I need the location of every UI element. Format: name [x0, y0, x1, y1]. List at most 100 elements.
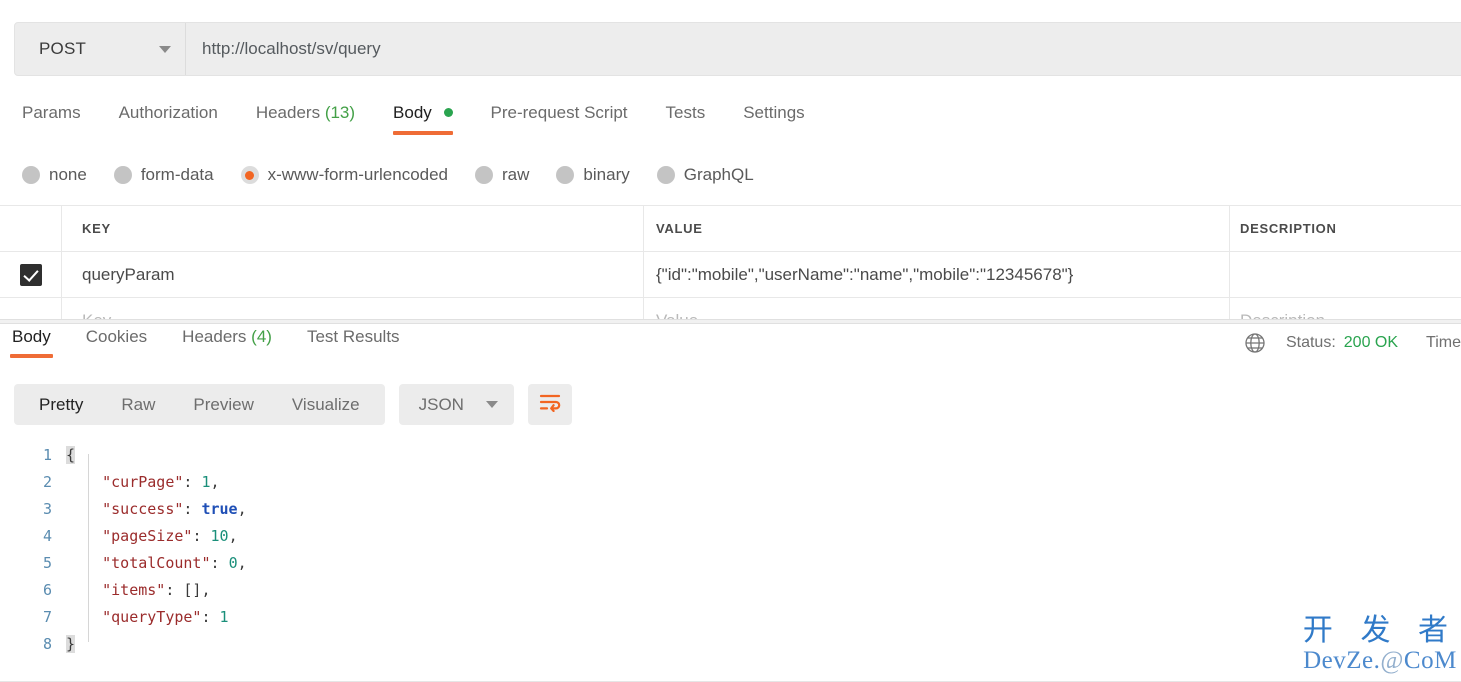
response-tab-headers-label: Headers [182, 327, 246, 346]
body-type-graphql[interactable]: GraphQL [657, 165, 754, 185]
header-cell-select [0, 206, 62, 251]
tab-tests[interactable]: Tests [666, 103, 706, 135]
row-value-text: {"id":"mobile","userName":"name","mobile… [656, 265, 1073, 285]
body-type-binary[interactable]: binary [556, 165, 629, 185]
code-line: 2 "curPage": 1, [0, 469, 1461, 496]
row-description-cell[interactable] [1230, 252, 1461, 297]
line-number: 8 [0, 631, 66, 658]
tab-settings-label: Settings [743, 103, 804, 122]
response-format-toolbar: Pretty Raw Preview Visualize JSON [14, 384, 572, 425]
body-type-radio-group: none form-data x-www-form-urlencoded raw… [22, 160, 781, 190]
format-visualize-button[interactable]: Visualize [273, 384, 379, 425]
response-language-select[interactable]: JSON [399, 384, 514, 425]
tab-body[interactable]: Body [393, 103, 452, 135]
placeholder-description-cell[interactable]: Description [1230, 298, 1461, 319]
status-badge: 200 OK [1344, 334, 1398, 352]
request-tabs: Params Authorization Headers (13) Body P… [0, 103, 1461, 143]
response-status-bar: Status: 200 OK Time [1244, 330, 1461, 356]
postman-window: POST Params Authorization Headers (13) B… [0, 0, 1461, 682]
response-tab-cookies[interactable]: Cookies [84, 327, 149, 358]
table-row-placeholder: Key Value Description [0, 298, 1461, 319]
response-tab-body[interactable]: Body [10, 327, 53, 358]
time-label: Time [1426, 334, 1461, 352]
format-preview-button[interactable]: Preview [174, 384, 272, 425]
response-tab-cookies-label: Cookies [86, 327, 147, 346]
wrap-text-icon [538, 392, 562, 417]
line-number: 4 [0, 523, 66, 550]
body-type-none[interactable]: none [22, 165, 87, 185]
line-content: "queryType": 1 [66, 604, 229, 631]
response-tab-headers[interactable]: Headers (4) [180, 327, 274, 358]
response-language-label: JSON [419, 395, 464, 415]
tab-tests-label: Tests [666, 103, 706, 122]
row-key-cell[interactable]: queryParam [62, 252, 644, 297]
tab-authorization[interactable]: Authorization [119, 103, 218, 135]
response-tab-test-results[interactable]: Test Results [305, 327, 402, 358]
tab-pre-request-script[interactable]: Pre-request Script [491, 103, 628, 135]
row-checkbox[interactable] [20, 264, 42, 286]
http-method-select[interactable]: POST [15, 23, 186, 75]
response-tabs: Body Cookies Headers (4) Test Results [0, 327, 1461, 365]
tab-params[interactable]: Params [22, 103, 81, 135]
code-line: 7 "queryType": 1 [0, 604, 1461, 631]
response-tab-test-results-label: Test Results [307, 327, 400, 346]
tab-headers-count: (13) [325, 103, 355, 122]
format-pretty-button[interactable]: Pretty [20, 384, 102, 425]
header-cell-key: KEY [62, 206, 644, 251]
line-content: "success": true, [66, 496, 247, 523]
request-url-input[interactable] [186, 23, 1461, 75]
placeholder-key-cell[interactable]: Key [62, 298, 644, 319]
format-raw-button[interactable]: Raw [102, 384, 174, 425]
body-type-x-www-form-urlencoded-label: x-www-form-urlencoded [268, 165, 448, 185]
tab-headers-label: Headers [256, 103, 320, 122]
http-method-label: POST [39, 39, 86, 59]
header-cell-description: DESCRIPTION [1230, 206, 1461, 251]
tab-pre-request-script-label: Pre-request Script [491, 103, 628, 122]
radio-icon [22, 166, 40, 184]
body-type-raw-label: raw [502, 165, 529, 185]
chevron-down-icon [159, 46, 171, 53]
line-content: "pageSize": 10, [66, 523, 238, 550]
row-key-text: queryParam [82, 265, 175, 285]
status-label: Status: [1286, 334, 1336, 352]
tab-headers[interactable]: Headers (13) [256, 103, 355, 135]
placeholder-checkbox-cell [0, 298, 62, 319]
response-pane-splitter[interactable] [0, 319, 1461, 324]
line-number: 1 [0, 442, 66, 469]
format-button-group: Pretty Raw Preview Visualize [14, 384, 385, 425]
response-body-code[interactable]: 1 { 2 "curPage": 1, 3 "success": true, 4… [0, 442, 1461, 682]
placeholder-value-cell[interactable]: Value [644, 298, 1230, 319]
row-value-cell[interactable]: {"id":"mobile","userName":"name","mobile… [644, 252, 1230, 297]
tab-settings[interactable]: Settings [743, 103, 804, 135]
body-type-graphql-label: GraphQL [684, 165, 754, 185]
line-number: 6 [0, 577, 66, 604]
wrap-text-button[interactable] [528, 384, 572, 425]
code-line: 3 "success": true, [0, 496, 1461, 523]
request-url-bar: POST [14, 22, 1461, 76]
code-line: 4 "pageSize": 10, [0, 523, 1461, 550]
response-tab-body-label: Body [12, 327, 51, 346]
tab-authorization-label: Authorization [119, 103, 218, 122]
line-number: 5 [0, 550, 66, 577]
body-type-x-www-form-urlencoded[interactable]: x-www-form-urlencoded [241, 165, 448, 185]
code-line: 6 "items": [], [0, 577, 1461, 604]
body-type-raw[interactable]: raw [475, 165, 529, 185]
tab-body-label: Body [393, 103, 432, 122]
table-row: queryParam {"id":"mobile","userName":"na… [0, 252, 1461, 298]
header-cell-value: VALUE [644, 206, 1230, 251]
radio-icon [475, 166, 493, 184]
radio-icon [114, 166, 132, 184]
placeholder-key-text: Key [82, 311, 111, 319]
radio-icon [556, 166, 574, 184]
body-type-form-data[interactable]: form-data [114, 165, 214, 185]
line-content: } [66, 631, 75, 658]
body-modified-dot-icon [444, 108, 453, 117]
tab-params-label: Params [22, 103, 81, 122]
chevron-down-icon [486, 401, 498, 408]
code-line: 8 } [0, 631, 1461, 658]
response-tab-headers-count: (4) [251, 327, 272, 346]
line-content: "totalCount": 0, [66, 550, 247, 577]
body-type-form-data-label: form-data [141, 165, 214, 185]
url-encoded-params-table: KEY VALUE DESCRIPTION queryParam {"id":"… [0, 205, 1461, 319]
globe-icon[interactable] [1244, 332, 1266, 354]
